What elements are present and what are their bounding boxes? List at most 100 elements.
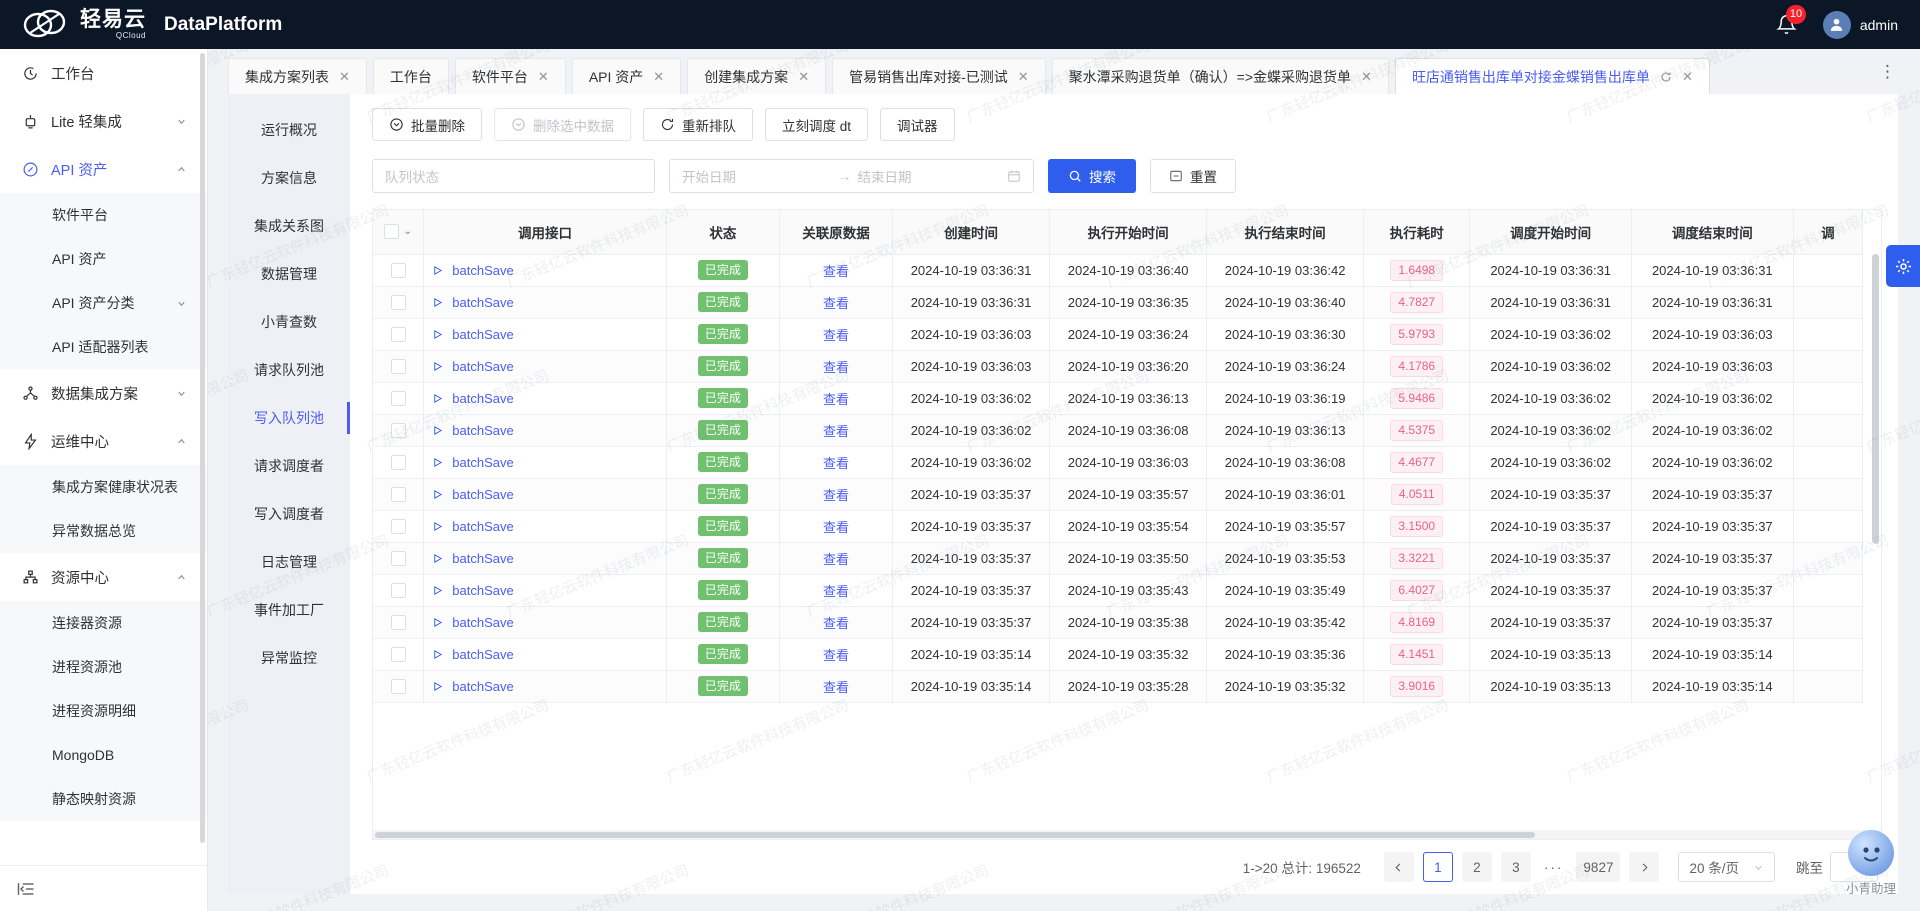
section-menu-item-0[interactable]: 运行概况 xyxy=(228,106,350,154)
pagination-next[interactable] xyxy=(1629,852,1660,882)
table-row[interactable]: batchSave 已完成 查看 2024-10-19 03:35:37 2024-10… xyxy=(373,542,1864,575)
view-link[interactable]: 查看 xyxy=(823,680,849,695)
sidebar-subitem-4[interactable]: API 资产 xyxy=(0,237,207,281)
table-vertical-scrollbar[interactable] xyxy=(1872,254,1879,544)
header-exec-start[interactable]: 执行开始时间 xyxy=(1049,210,1208,255)
header-related-data[interactable]: 关联原数据 xyxy=(779,210,894,255)
tab-2[interactable]: 软件平台 ✕ xyxy=(454,58,566,94)
chevron-up-icon[interactable] xyxy=(176,164,187,175)
header-created-time[interactable]: 创建时间 xyxy=(892,210,1051,255)
api-link[interactable]: batchSave xyxy=(452,423,513,438)
view-link[interactable]: 查看 xyxy=(823,360,849,375)
row-checkbox[interactable] xyxy=(390,263,406,279)
table-row[interactable]: batchSave 已完成 查看 2024-10-19 03:36:02 2024-10… xyxy=(373,446,1864,479)
header-exec-end[interactable]: 执行结束时间 xyxy=(1206,210,1365,255)
row-checkbox[interactable] xyxy=(390,519,406,535)
tab-close-icon[interactable]: ✕ xyxy=(538,69,549,85)
tab-0[interactable]: 集成方案列表 ✕ xyxy=(228,58,367,94)
tab-3[interactable]: API 资产 ✕ xyxy=(571,58,682,94)
tab-close-icon[interactable]: ✕ xyxy=(1682,69,1693,85)
sidebar-subitem-13[interactable]: 进程资源池 xyxy=(0,645,207,689)
tab-1[interactable]: 工作台 xyxy=(372,58,449,94)
table-row[interactable]: batchSave 已完成 查看 2024-10-19 03:35:37 2024-10… xyxy=(373,478,1864,511)
sidebar-item-11[interactable]: 资源中心 xyxy=(0,553,207,601)
api-link[interactable]: batchSave xyxy=(452,583,513,598)
row-checkbox-cell[interactable] xyxy=(373,446,425,479)
chevron-down-icon[interactable] xyxy=(176,298,187,309)
section-menu-item-6[interactable]: 写入队列池 xyxy=(228,394,350,442)
row-checkbox-cell[interactable] xyxy=(373,286,425,319)
section-menu-item-5[interactable]: 请求队列池 xyxy=(228,346,350,394)
settings-gear-button[interactable] xyxy=(1886,245,1920,287)
section-menu-item-7[interactable]: 请求调度者 xyxy=(228,442,350,490)
table-row[interactable]: batchSave 已完成 查看 2024-10-19 03:35:14 2024-10… xyxy=(373,638,1864,671)
header-status[interactable]: 状态 xyxy=(666,210,780,255)
api-link[interactable]: batchSave xyxy=(452,455,513,470)
row-checkbox[interactable] xyxy=(390,359,406,375)
header-sched-start[interactable]: 调度开始时间 xyxy=(1469,210,1632,255)
user-menu[interactable]: admin xyxy=(1822,10,1898,39)
table-horizontal-scroll-thumb[interactable] xyxy=(375,832,1535,838)
table-row[interactable]: batchSave 已完成 查看 2024-10-19 03:35:37 2024-10… xyxy=(373,606,1864,639)
tab-close-icon[interactable]: ✕ xyxy=(798,69,809,85)
table-row[interactable]: batchSave 已完成 查看 2024-10-19 03:35:37 2024-10… xyxy=(373,574,1864,607)
api-link[interactable]: batchSave xyxy=(452,647,513,662)
section-menu-item-1[interactable]: 方案信息 xyxy=(228,154,350,202)
debugger-button[interactable]: 调试器 xyxy=(880,108,955,141)
sidebar-item-0[interactable]: 工作台 xyxy=(0,49,207,97)
api-link[interactable]: batchSave xyxy=(452,359,513,374)
tab-refresh-icon[interactable] xyxy=(1660,71,1672,83)
row-checkbox-cell[interactable] xyxy=(373,638,425,671)
view-link[interactable]: 查看 xyxy=(823,616,849,631)
row-checkbox-cell[interactable] xyxy=(373,542,425,575)
row-checkbox[interactable] xyxy=(390,615,406,631)
pagination-page-2[interactable]: 2 xyxy=(1461,852,1492,882)
view-link[interactable]: 查看 xyxy=(823,648,849,663)
table-row[interactable]: batchSave 已完成 查看 2024-10-19 03:36:03 2024-10… xyxy=(373,318,1864,351)
api-link[interactable]: batchSave xyxy=(452,679,513,694)
row-checkbox-cell[interactable] xyxy=(373,414,425,447)
sidebar-scrollbar[interactable] xyxy=(200,53,205,843)
tab-7[interactable]: 旺店通销售出库单对接金蝶销售出库单 ✕ xyxy=(1394,58,1710,94)
row-checkbox-cell[interactable] xyxy=(373,318,425,351)
view-link[interactable]: 查看 xyxy=(823,392,849,407)
queue-status-input[interactable]: 队列状态 xyxy=(372,159,655,193)
table-row[interactable]: batchSave 已完成 查看 2024-10-19 03:36:31 2024-10… xyxy=(373,286,1864,319)
header-sched-end[interactable]: 调度结束时间 xyxy=(1631,210,1794,255)
view-link[interactable]: 查看 xyxy=(823,328,849,343)
chevron-down-icon[interactable]: ⌄ xyxy=(403,226,411,237)
pagination-last-page[interactable]: 9827 xyxy=(1576,852,1621,882)
table-row[interactable]: batchSave 已完成 查看 2024-10-19 03:36:02 2024-10… xyxy=(373,382,1864,415)
sidebar-subitem-5[interactable]: API 资产分类 xyxy=(0,281,207,325)
collapse-sidebar-icon[interactable] xyxy=(16,879,36,899)
tab-close-icon[interactable]: ✕ xyxy=(339,69,350,85)
table-row[interactable]: batchSave 已完成 查看 2024-10-19 03:36:31 2024-10… xyxy=(373,254,1864,287)
sidebar-item-1[interactable]: Lite 轻集成 xyxy=(0,97,207,145)
api-link[interactable]: batchSave xyxy=(452,615,513,630)
notifications-button[interactable]: 10 xyxy=(1776,5,1807,35)
section-menu-item-4[interactable]: 小青查数 xyxy=(228,298,350,346)
row-checkbox-cell[interactable] xyxy=(373,574,425,607)
row-checkbox[interactable] xyxy=(390,391,406,407)
requeue-button[interactable]: 重新排队 xyxy=(643,108,753,141)
view-link[interactable]: 查看 xyxy=(823,584,849,599)
pagination-prev[interactable] xyxy=(1383,852,1414,882)
row-checkbox-cell[interactable] xyxy=(373,606,425,639)
header-extra[interactable]: 调 xyxy=(1793,210,1864,255)
table-row[interactable]: batchSave 已完成 查看 2024-10-19 03:36:03 2024-10… xyxy=(373,350,1864,383)
table-row[interactable]: batchSave 已完成 查看 2024-10-19 03:35:14 2024-10… xyxy=(373,670,1864,703)
sidebar-subitem-16[interactable]: 静态映射资源 xyxy=(0,777,207,821)
row-checkbox-cell[interactable] xyxy=(373,478,425,511)
view-link[interactable]: 查看 xyxy=(823,296,849,311)
row-checkbox-cell[interactable] xyxy=(373,350,425,383)
sidebar-subitem-15[interactable]: MongoDB xyxy=(0,733,207,777)
view-link[interactable]: 查看 xyxy=(823,520,849,535)
tab-4[interactable]: 创建集成方案 ✕ xyxy=(687,58,827,94)
sidebar-subitem-12[interactable]: 连接器资源 xyxy=(0,601,207,645)
api-link[interactable]: batchSave xyxy=(452,487,513,502)
api-link[interactable]: batchSave xyxy=(452,391,513,406)
tab-close-icon[interactable]: ✕ xyxy=(1018,69,1029,85)
search-button[interactable]: 搜索 xyxy=(1048,159,1136,193)
section-menu-item-2[interactable]: 集成关系图 xyxy=(228,202,350,250)
section-menu-item-11[interactable]: 异常监控 xyxy=(228,634,350,682)
